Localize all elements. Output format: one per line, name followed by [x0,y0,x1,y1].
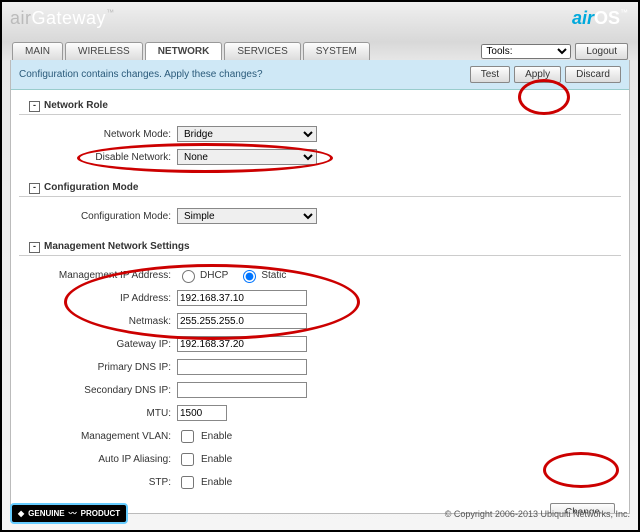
label-gateway: Gateway IP: [11,339,177,350]
disable-network-select[interactable]: None [177,149,317,165]
enable-label: Enable [201,454,232,465]
airos-logo: airOS™ [572,8,634,29]
label-network-mode: Network Mode: [11,129,177,140]
enable-label: Enable [201,431,232,442]
logo-icon: 〰 [69,508,77,519]
collapse-icon[interactable]: - [29,101,40,112]
label-disable-network: Disable Network: [11,152,177,163]
label-dns2: Secondary DNS IP: [11,385,177,396]
mtu-input[interactable] [177,405,227,421]
section-config-mode: -Configuration Mode [19,172,621,197]
apply-notice: Configuration contains changes. Apply th… [11,60,629,90]
dns2-input[interactable] [177,382,307,398]
apply-button[interactable]: Apply [514,66,561,83]
test-button[interactable]: Test [470,66,510,83]
collapse-icon[interactable]: - [29,183,40,194]
tab-bar: MAIN WIRELESS NETWORK SERVICES SYSTEM To… [6,38,634,60]
enable-label: Enable [201,477,232,488]
mgmt-ip-dhcp-radio[interactable] [182,270,195,283]
section-mgmt: -Management Network Settings [19,231,621,256]
label-stp: STP: [11,477,177,488]
network-mode-select[interactable]: Bridge [177,126,317,142]
netmask-input[interactable] [177,313,307,329]
label-netmask: Netmask: [11,316,177,327]
copyright-text: © Copyright 2006-2013 Ubiquiti Networks,… [445,509,630,519]
label-ip: IP Address: [11,293,177,304]
autoip-enable-checkbox[interactable] [181,453,194,466]
footer: ◆ GENUINE 〰 PRODUCT © Copyright 2006-201… [10,503,630,524]
logout-button[interactable]: Logout [575,43,628,60]
label-mgmt-ip: Management IP Address: [11,270,177,281]
label-autoip: Auto IP Aliasing: [11,454,177,465]
tools-select[interactable]: Tools: [481,44,571,59]
tab-network[interactable]: NETWORK [145,42,223,60]
label-vlan: Management VLAN: [11,431,177,442]
brand-logo: airGateway™ [10,8,115,29]
discard-button[interactable]: Discard [565,66,621,83]
page-panel: Configuration contains changes. Apply th… [10,60,630,514]
genuine-badge: ◆ GENUINE 〰 PRODUCT [10,503,128,524]
label-dns1: Primary DNS IP: [11,362,177,373]
stp-enable-checkbox[interactable] [181,476,194,489]
ip-address-input[interactable] [177,290,307,306]
notice-text: Configuration contains changes. Apply th… [19,69,263,80]
tab-system[interactable]: SYSTEM [303,42,370,60]
tab-main[interactable]: MAIN [12,42,63,60]
label-mtu: MTU: [11,408,177,419]
title-bar: airGateway™ airOS™ [6,6,634,38]
brand-prefix: air [10,8,32,28]
label-config-mode: Configuration Mode: [11,211,177,222]
dns1-input[interactable] [177,359,307,375]
collapse-icon[interactable]: - [29,242,40,253]
tab-services[interactable]: SERVICES [224,42,300,60]
vlan-enable-checkbox[interactable] [181,430,194,443]
section-network-role: -Network Role [19,90,621,115]
shield-icon: ◆ [18,509,24,518]
tab-wireless[interactable]: WIRELESS [65,42,143,60]
config-mode-select[interactable]: Simple [177,208,317,224]
gateway-input[interactable] [177,336,307,352]
mgmt-ip-static-radio[interactable] [243,270,256,283]
